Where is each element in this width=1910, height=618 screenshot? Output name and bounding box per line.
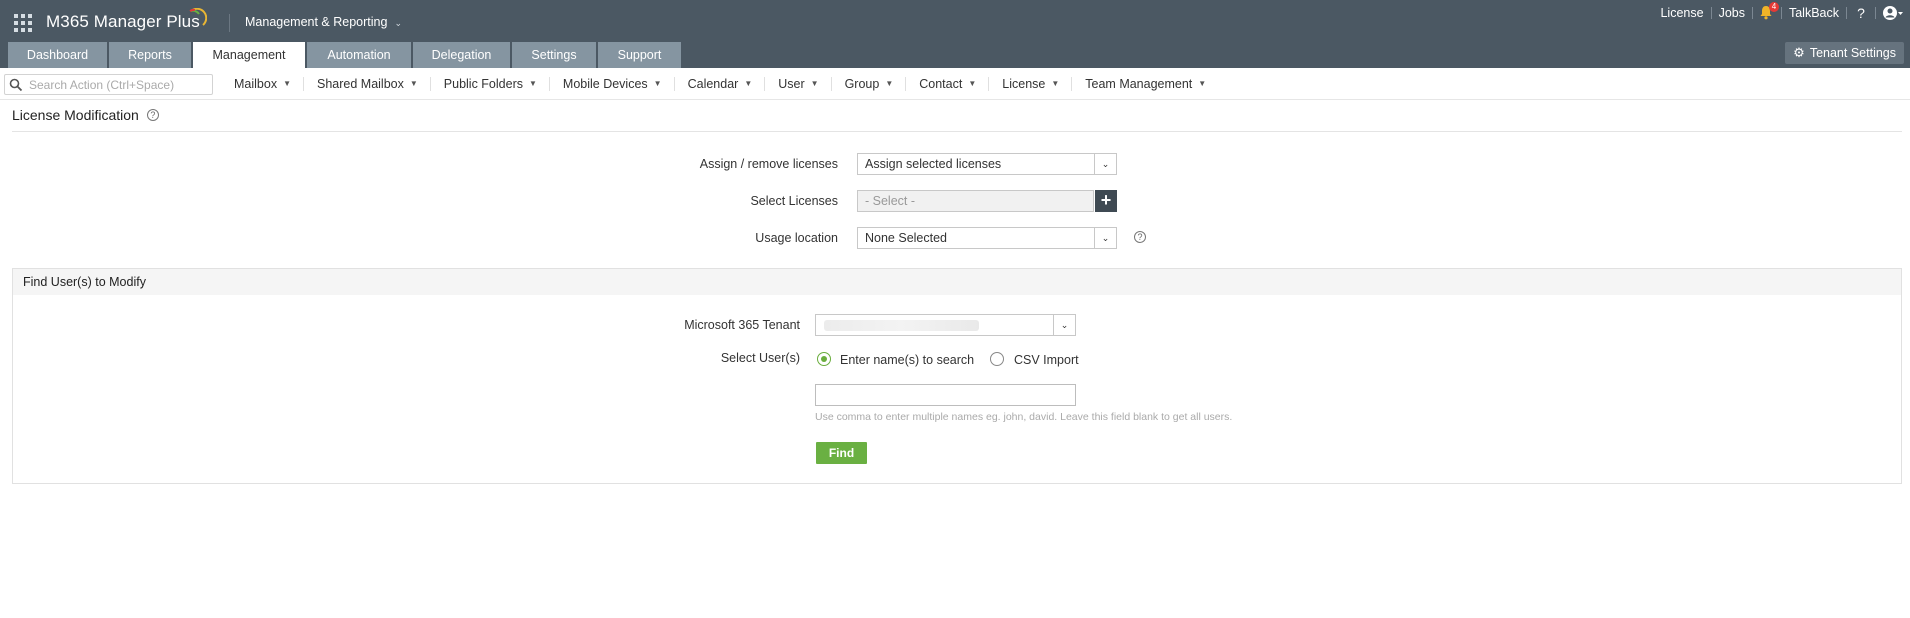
menu-label: Group [844,77,880,91]
menu-group[interactable]: Group ▼ [832,77,907,91]
search-action-box[interactable] [4,74,213,95]
app-logo-title: M365 Manager Plus [46,12,200,31]
menu-label: Mobile Devices [562,77,648,91]
menu-mailbox[interactable]: Mailbox ▼ [221,77,304,91]
usage-location-select[interactable]: None Selected ⌄ [857,227,1117,249]
select-licenses-field[interactable]: - Select - [857,190,1094,212]
chevron-down-icon: ⌄ [1094,228,1116,248]
tenant-settings-label: Tenant Settings [1809,46,1896,60]
menu-public-folders[interactable]: Public Folders ▼ [431,77,550,91]
names-hint-text: Use comma to enter multiple names eg. jo… [815,411,1233,423]
tab-reports[interactable]: Reports [109,42,191,68]
caret-down-icon: ▼ [968,79,977,88]
page-title-text: License Modification [12,107,139,123]
menu-user[interactable]: User ▼ [765,77,832,91]
usage-location-help-icon[interactable]: ? [1134,231,1146,243]
menu-mobile-devices[interactable]: Mobile Devices ▼ [550,77,675,91]
assign-remove-value: Assign selected licenses [865,157,1002,171]
chevron-down-icon: ⌄ [394,18,402,28]
enter-names-radio-label[interactable]: Enter name(s) to search [840,353,974,367]
tab-settings[interactable]: Settings [512,42,596,68]
search-icon [9,78,23,92]
tab-automation[interactable]: Automation [307,42,411,68]
top-header: M365 Manager Plus Management & Reporting… [0,0,1910,68]
caret-down-icon: ▼ [283,79,291,88]
usage-location-label: Usage location [755,231,838,245]
user-avatar-icon [1883,6,1903,20]
caret-down-icon: ▼ [653,79,662,88]
find-users-panel: Find User(s) to Modify [12,268,1902,484]
menu-label: License [1002,77,1046,91]
add-license-button[interactable]: + [1095,190,1117,212]
menu-shared-mailbox[interactable]: Shared Mailbox ▼ [304,77,431,91]
menu-label: User [778,77,805,91]
find-users-panel-title: Find User(s) to Modify [13,269,1901,295]
tab-management[interactable]: Management [193,42,305,68]
action-menu: Mailbox ▼ Shared Mailbox ▼ Public Folders ▼… [221,68,1218,100]
menu-team-management[interactable]: Team Management ▼ [1072,77,1218,91]
menu-contact[interactable]: Contact ▼ [906,77,990,91]
talkback-link[interactable]: TalkBack [1782,0,1846,26]
assign-remove-label: Assign / remove licenses [699,157,838,171]
tenant-settings-button[interactable]: ⚙ Tenant Settings [1785,42,1904,64]
menu-label: Contact [919,77,963,91]
enter-names-radio[interactable] [817,352,831,366]
menu-label: Team Management [1085,77,1193,91]
menu-label: Public Folders [443,77,523,91]
tenant-label: Microsoft 365 Tenant [684,318,800,332]
help-icon[interactable]: ? [1847,5,1875,21]
help-circle-icon[interactable]: ? [146,109,159,121]
caret-down-icon: ▼ [528,79,537,88]
title-divider [12,131,1902,132]
caret-down-icon: ▼ [1051,79,1060,88]
notification-count-badge: 4 [1768,2,1779,12]
tenant-select[interactable]: ⌄ [815,314,1076,336]
caret-down-icon: ▼ [810,79,819,88]
app-grid-icon[interactable] [14,14,32,32]
menu-label: Shared Mailbox [317,77,404,91]
page-title: License Modification ? [12,107,159,123]
select-licenses-value: - Select - [865,194,916,208]
caret-down-icon: ▼ [409,79,418,88]
notifications-button[interactable]: 4 [1753,0,1781,26]
chevron-down-icon: ⌄ [1094,154,1116,174]
assign-remove-select[interactable]: Assign selected licenses ⌄ [857,153,1117,175]
caret-down-icon: ▼ [1198,79,1207,88]
tab-dashboard[interactable]: Dashboard [8,42,107,68]
menu-label: Calendar [687,77,739,91]
header-utility-bar: License Jobs 4 TalkBack ? [1653,0,1910,26]
names-search-input[interactable] [815,384,1076,406]
csv-import-radio-label[interactable]: CSV Import [1014,353,1079,367]
select-licenses-label: Select Licenses [750,194,838,208]
jobs-link[interactable]: Jobs [1712,0,1752,26]
tab-support[interactable]: Support [598,42,681,68]
logo-arc-icon [189,8,207,26]
menu-license[interactable]: License ▼ [989,77,1073,91]
chevron-down-icon: ⌄ [1053,315,1075,335]
caret-down-icon: ▼ [744,79,753,88]
csv-import-radio[interactable] [990,352,1004,366]
menu-label: Mailbox [234,77,278,91]
user-menu-button[interactable] [1876,0,1910,26]
search-action-input[interactable] [29,76,209,93]
main-tabs: Dashboard Reports Management Automation … [8,42,683,68]
tab-delegation[interactable]: Delegation [413,42,510,68]
select-users-label: Select User(s) [720,351,800,365]
find-button[interactable]: Find [816,442,867,464]
action-menu-bar: Mailbox ▼ Shared Mailbox ▼ Public Folders ▼… [0,68,1910,100]
usage-location-value: None Selected [865,231,948,245]
license-link[interactable]: License [1653,0,1710,26]
menu-calendar[interactable]: Calendar ▼ [675,77,766,91]
header-divider [229,14,230,32]
module-switcher-label: Management & Reporting [245,15,388,29]
caret-down-icon: ▼ [885,79,894,88]
module-switcher[interactable]: Management & Reporting ⌄ [245,15,402,29]
gear-icon: ⚙ [1793,45,1805,60]
tenant-value-redacted [824,320,979,331]
